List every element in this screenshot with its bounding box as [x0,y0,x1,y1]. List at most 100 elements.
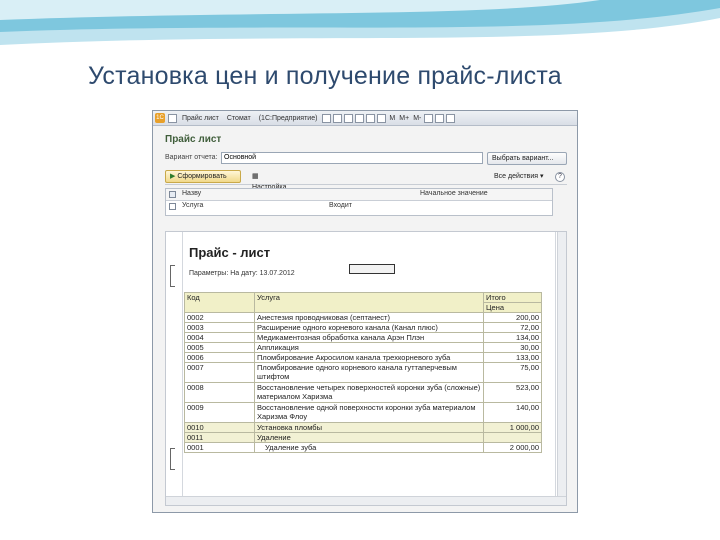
row-service: Удаление [254,432,484,443]
calculator-icon[interactable] [366,113,376,123]
row-price [483,432,542,443]
col-price-header: Цена [483,302,542,313]
row-code: 0008 [184,382,255,403]
row-code: 0006 [184,352,255,363]
memory-plus-button[interactable]: M+ [399,115,409,122]
table-row[interactable]: 0004 Медикаментозная обработка канала Ар… [184,332,542,343]
table-row[interactable]: 0008 Восстановление четырех поверхностей… [184,382,542,403]
report-variant-field[interactable]: Основной [221,152,483,164]
generate-button[interactable]: ▶ Сформировать [165,170,241,183]
table-row[interactable]: 0011 Удаление [184,432,542,443]
choose-variant-button[interactable]: Выбрать вариант... [487,152,567,165]
row-service: Медикаментозная обработка канала Арэн Пл… [254,332,484,343]
window-titlebar: 1C Прайс лист Стомат (1С:Предприятие) M … [153,111,577,126]
table-row[interactable]: 0005 Аппликация 30,00 [184,342,542,353]
close-icon[interactable] [446,113,456,123]
report-spreadsheet[interactable]: Прайс - лист Параметры: На дату: 13.07.2… [165,231,567,506]
window-title-config: Стомат [226,114,251,122]
row-code: 0010 [184,422,255,433]
col-code-header: Код [184,292,255,313]
settings-icon: ▦ [252,173,259,180]
row-price: 523,00 [483,382,542,403]
print-icon[interactable] [333,113,343,123]
row-service: Восстановление одной поверхности коронки… [254,402,484,423]
row-service: Пломбирование одного корневого канала гу… [254,362,484,383]
row-code: 0011 [184,432,255,443]
report-params: Параметры: На дату: 13.07.2012 [189,270,295,277]
table-row[interactable]: 0002 Анестезия проводниковая (септанест)… [184,312,542,323]
row-code: 0004 [184,332,255,343]
slide-decoration-swoosh [0,0,720,45]
grid-header: Назву Начальное значение [166,189,552,201]
grid-row-checkbox[interactable] [169,203,176,210]
report-title: Прайс - лист [189,245,271,260]
grid-header-checkbox[interactable] [169,191,176,198]
row-price: 200,00 [483,312,542,323]
row-price: 140,00 [483,402,542,423]
row-service: Аппликация [254,342,484,353]
table-row[interactable]: 0001 Удаление зуба 2 000,00 [184,442,542,453]
help-icon[interactable]: ? [555,172,565,182]
row-service: Расширение одного корневого канала (Кана… [254,322,484,333]
app-window: 1C Прайс лист Стомат (1С:Предприятие) M … [152,110,578,513]
row-code: 0003 [184,322,255,333]
col-service-header: Услуга [254,292,484,313]
all-actions-button[interactable]: Все действия ▾ [489,170,551,183]
grid-line [182,232,183,505]
grid-row[interactable]: Услуга Входит [166,201,552,215]
row-service: Удаление зуба [254,442,484,453]
row-price: 134,00 [483,332,542,343]
menu-arrow-icon[interactable] [168,113,177,123]
table-row[interactable]: 0003 Расширение одного корневого канала … [184,322,542,333]
table-row[interactable]: 0009 Восстановление одной поверхности ко… [184,402,542,423]
row-price: 72,00 [483,322,542,333]
row-code: 0002 [184,312,255,323]
grid-line [555,232,556,505]
row-price: 30,00 [483,342,542,353]
row-code: 0001 [184,442,255,453]
group-bracket[interactable] [170,265,175,287]
grid-header-value: Начальное значение [420,190,488,197]
row-code: 0005 [184,342,255,353]
report-variant-label: Вариант отчета: [165,154,218,161]
grid-row-condition: Входит [329,202,352,209]
row-service: Установка пломбы [254,422,484,433]
maximize-icon[interactable] [435,113,445,123]
group-bracket[interactable] [170,448,175,470]
preview-icon[interactable] [344,113,354,123]
slide-title: Установка цен и получение прайс-листа [88,62,562,90]
grid-row-field: Услуга [182,202,204,209]
row-price: 2 000,00 [483,442,542,453]
grid-header-field: Назву [182,190,202,197]
row-service: Восстановление четырех поверхностей коро… [254,382,484,403]
row-price: 1 000,00 [483,422,542,433]
history-icon[interactable] [355,113,365,123]
row-price: 75,00 [483,362,542,383]
all-actions-label: Все действия [494,173,539,180]
window-title-text: Прайс лист [182,114,219,122]
app-logo-icon: 1C [155,113,165,123]
horizontal-scrollbar[interactable] [166,496,566,505]
memory-button[interactable]: M [389,115,395,122]
price-table: Код Услуга Итого Цена 0002 Анестезия про… [184,292,542,453]
selected-cell[interactable] [349,264,395,274]
save-icon[interactable] [322,113,332,123]
row-price: 133,00 [483,352,542,363]
col-total-header: Итого [483,292,542,303]
row-code: 0009 [184,402,255,423]
minimize-icon[interactable] [424,113,434,123]
calendar-icon[interactable] [377,113,387,123]
settings-button[interactable]: ▦ Настройка... [247,170,303,191]
row-service: Анестезия проводниковая (септанест) [254,312,484,323]
window-title-app: (1С:Предприятие) [258,114,318,122]
memory-minus-button[interactable]: M- [413,115,421,122]
table-row[interactable]: 0006 Пломбирование Акросилом канала трех… [184,352,542,363]
chevron-down-icon: ▾ [538,173,544,180]
table-row[interactable]: 0007 Пломбирование одного корневого кана… [184,362,542,383]
form-toolbar: ▶ Сформировать ▦ Настройка... Все действ… [165,169,567,191]
settings-grid: Назву Начальное значение Услуга Входит [165,188,553,216]
row-service: Пломбирование Акросилом канала трехкорне… [254,352,484,363]
table-row[interactable]: 0010 Установка пломбы 1 000,00 [184,422,542,433]
vertical-scrollbar[interactable] [557,232,566,505]
generate-button-label: Сформировать [177,173,227,180]
